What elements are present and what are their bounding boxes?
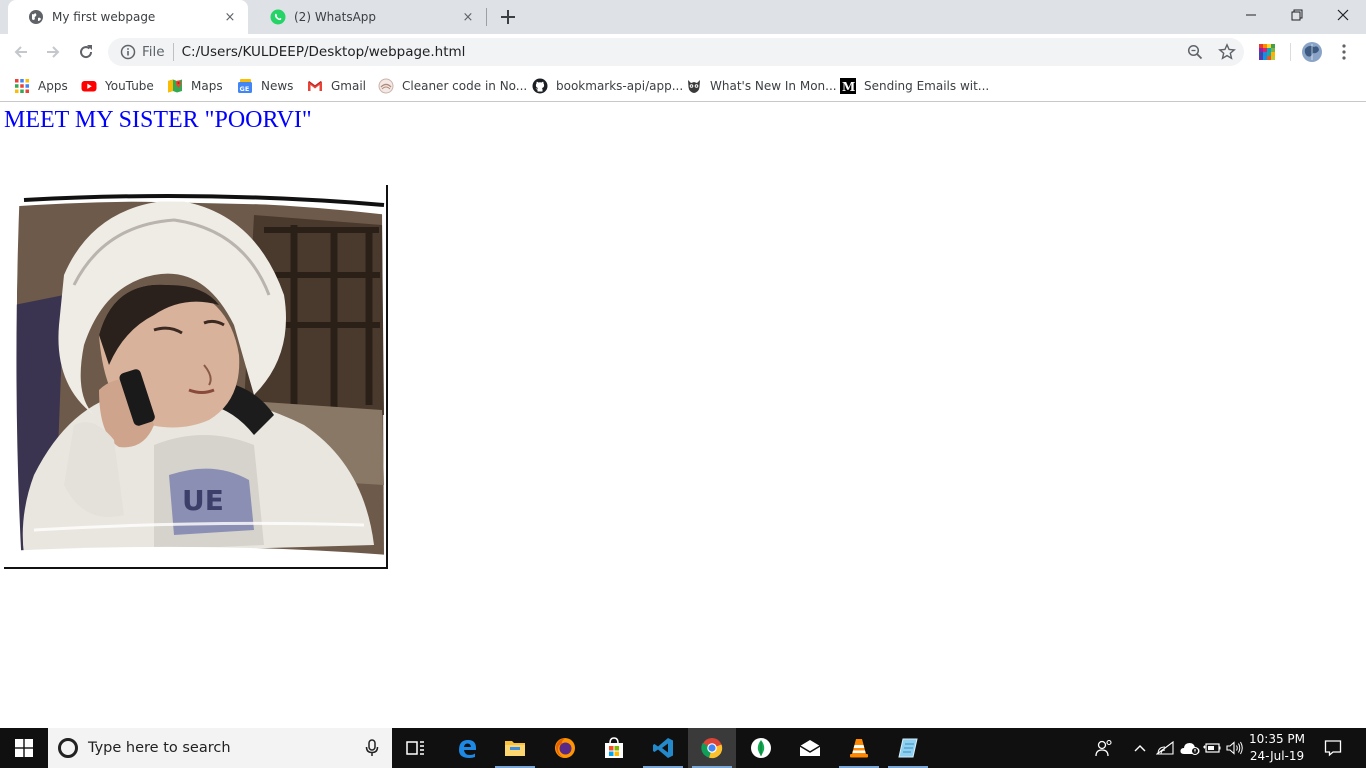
bookmark-github[interactable]: bookmarks-api/app...	[532, 74, 683, 98]
svg-text:UE: UE	[182, 484, 224, 517]
task-view-icon[interactable]	[392, 728, 440, 768]
bookmark-label: News	[261, 79, 294, 93]
mail-icon[interactable]	[786, 728, 834, 768]
cleaner-code-icon	[378, 78, 394, 94]
profile-avatar[interactable]	[1300, 40, 1324, 64]
tab-strip: My first webpage × (2) WhatsApp ×	[0, 0, 1366, 34]
mongodb-compass-icon[interactable]	[737, 728, 785, 768]
page-content: MEET MY SISTER "POORVI" UE	[0, 103, 1366, 728]
whatsapp-icon	[270, 9, 286, 25]
clock-time: 10:35 PM	[1249, 732, 1305, 746]
browser-toolbar: File C:/Users/KULDEEP/Desktop/webpage.ht…	[0, 34, 1366, 70]
taskbar-search-box[interactable]: Type here to search	[48, 728, 392, 768]
edge-icon[interactable]	[443, 728, 491, 768]
show-hidden-icons-chevron-up-icon[interactable]	[1130, 728, 1150, 768]
tab-whatsapp[interactable]: (2) WhatsApp ×	[250, 0, 486, 34]
google-news-icon: GE	[237, 78, 253, 94]
bookmark-cleaner-code[interactable]: Cleaner code in No...	[378, 74, 527, 98]
tab-title: My first webpage	[52, 10, 156, 24]
vscode-icon[interactable]	[639, 728, 687, 768]
back-button[interactable]	[9, 40, 33, 64]
page-heading: MEET MY SISTER "POORVI"	[4, 107, 312, 133]
owl-icon	[686, 78, 702, 94]
url-text[interactable]: C:/Users/KULDEEP/Desktop/webpage.html	[182, 44, 466, 60]
scheme-chip: File	[142, 44, 165, 60]
svg-text:M: M	[842, 80, 855, 94]
youtube-icon	[81, 78, 97, 94]
bookmark-label: Gmail	[331, 79, 367, 93]
reload-button[interactable]	[74, 40, 98, 64]
info-icon[interactable]	[120, 44, 136, 60]
microsoft-store-icon[interactable]	[590, 728, 638, 768]
gmail-icon	[307, 78, 323, 94]
svg-text:GE: GE	[240, 85, 250, 93]
child-photo: UE	[4, 185, 388, 569]
restore-button[interactable]	[1274, 0, 1320, 30]
vlc-icon[interactable]	[835, 728, 883, 768]
omnibox-divider	[172, 43, 174, 61]
toolbar-divider	[1290, 43, 1291, 61]
bookmark-apps[interactable]: Apps	[14, 74, 68, 98]
bookmark-label: YouTube	[105, 79, 154, 93]
tab-separator	[486, 8, 487, 26]
volume-icon[interactable]	[1224, 728, 1246, 768]
bookmark-news[interactable]: GE News	[237, 74, 293, 98]
bookmark-label: Cleaner code in No...	[402, 79, 528, 93]
bookmark-sending-emails[interactable]: M Sending Emails wit...	[840, 74, 989, 98]
bookmark-star-icon[interactable]	[1215, 40, 1239, 64]
action-center-icon[interactable]	[1318, 728, 1348, 768]
zoom-icon[interactable]	[1183, 40, 1207, 64]
onedrive-cloud-icon[interactable]	[1178, 728, 1202, 768]
new-tab-button[interactable]	[498, 7, 518, 27]
bookmark-youtube[interactable]: YouTube	[81, 74, 154, 98]
maps-icon	[167, 78, 183, 94]
taskbar-clock[interactable]: 10:35 PM 24-Jul-19	[1246, 731, 1308, 765]
file-explorer-icon[interactable]	[491, 728, 539, 768]
close-icon[interactable]: ×	[460, 9, 476, 25]
minimize-button[interactable]	[1228, 0, 1274, 30]
cortana-icon	[58, 738, 78, 758]
bookmark-label: Apps	[38, 79, 68, 93]
address-bar[interactable]: File C:/Users/KULDEEP/Desktop/webpage.ht…	[108, 38, 1244, 66]
close-window-button[interactable]	[1320, 0, 1366, 30]
tab-my-first-webpage[interactable]: My first webpage ×	[8, 0, 248, 34]
microphone-icon[interactable]	[364, 739, 380, 757]
tab-title: (2) WhatsApp	[294, 10, 377, 24]
battery-icon[interactable]	[1201, 728, 1223, 768]
color-extension-icon[interactable]	[1255, 40, 1279, 64]
forward-button[interactable]	[41, 40, 65, 64]
wifi-icon[interactable]	[1154, 728, 1176, 768]
bookmark-label: Maps	[191, 79, 223, 93]
people-icon[interactable]	[1092, 728, 1116, 768]
bookmark-maps[interactable]: Maps	[167, 74, 223, 98]
bookmarks-bar: Apps YouTube Maps GE News Gmail Cleaner …	[0, 70, 1366, 102]
close-icon[interactable]: ×	[222, 9, 238, 25]
bookmark-gmail[interactable]: Gmail	[307, 74, 366, 98]
medium-icon: M	[840, 78, 856, 94]
search-placeholder: Type here to search	[88, 740, 231, 756]
github-icon	[532, 78, 548, 94]
bookmark-label: What's New In Mon...	[710, 79, 837, 93]
start-button[interactable]	[0, 728, 48, 768]
globe-icon	[28, 9, 44, 25]
menu-kebab-icon[interactable]	[1332, 40, 1356, 64]
bookmark-whats-new[interactable]: What's New In Mon...	[686, 74, 837, 98]
chrome-icon[interactable]	[688, 728, 736, 768]
windows-taskbar: Type here to search 10:35 PM 24-Jul-19	[0, 728, 1366, 768]
bookmark-label: Sending Emails wit...	[864, 79, 990, 93]
notepad-app-icon[interactable]	[884, 728, 932, 768]
clock-date: 24-Jul-19	[1249, 749, 1305, 763]
apps-grid-icon	[14, 78, 30, 94]
bookmark-label: bookmarks-api/app...	[556, 79, 684, 93]
firefox-icon[interactable]	[541, 728, 589, 768]
